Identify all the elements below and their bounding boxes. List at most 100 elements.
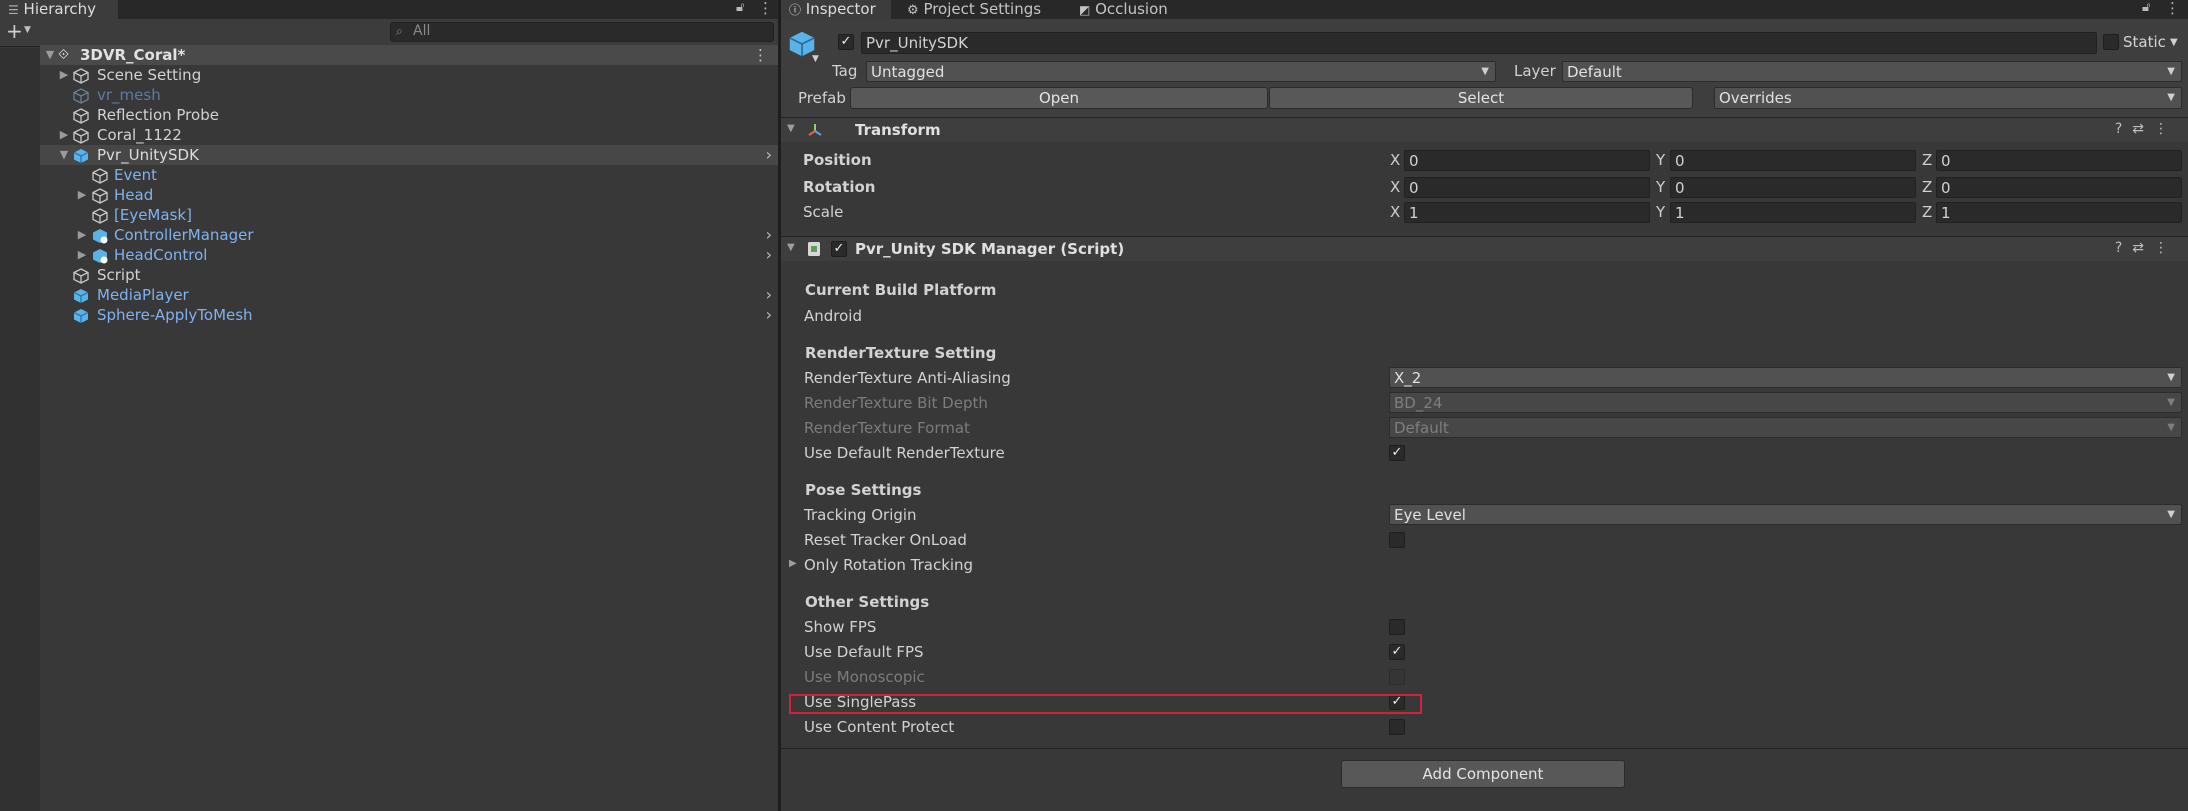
show-fps-checkbox[interactable] [1389,619,1405,635]
list-item-label: Sphere-ApplyToMesh [97,306,253,324]
fold-down-icon[interactable]: ▼ [44,45,56,65]
z-label[interactable]: Z [1922,203,1932,221]
fold-down-icon[interactable]: ▼ [787,242,795,253]
active-toggle[interactable]: ✓ [838,34,854,50]
rt-anti-aliasing-dropdown[interactable]: X_2 ▼ [1389,367,2182,388]
y-label[interactable]: Y [1656,151,1665,169]
chevron-right-icon[interactable]: › [766,145,772,165]
list-item[interactable]: ▶ Scene Setting [40,65,778,85]
list-item[interactable]: MediaPlayer › [40,285,778,305]
chevron-right-icon[interactable]: › [766,225,772,245]
only-rotation-tracking-foldout[interactable]: Only Rotation Tracking [804,556,973,574]
z-label[interactable]: Z [1922,151,1932,169]
scale-x-field[interactable]: 1 [1404,202,1650,223]
reset-tracker-checkbox[interactable] [1389,532,1405,548]
z-label[interactable]: Z [1922,178,1932,196]
preset-icon[interactable]: ⇄ [2132,240,2154,256]
rotation-y-field[interactable]: 0 [1670,177,1916,198]
preset-icon[interactable]: ⇄ [2132,121,2154,137]
use-default-rt-checkbox[interactable]: ✓ [1389,445,1405,461]
fold-right-icon[interactable]: ▶ [76,225,88,245]
use-default-fps-checkbox[interactable]: ✓ [1389,644,1405,660]
object-name-field[interactable]: Pvr_UnitySDK [861,32,2097,54]
chevron-down-icon: ▼ [2167,92,2175,103]
help-icon[interactable]: ? [2115,240,2132,256]
lock-icon[interactable]: 🔓︎ [736,0,744,15]
list-item[interactable]: ▶ HeadControl › [40,245,778,265]
list-item-selected[interactable]: ▼ Pvr_UnitySDK › [40,145,778,165]
more-icon[interactable]: ⋮ [2165,0,2180,17]
list-item[interactable]: vr_mesh [40,85,778,105]
add-button[interactable]: + [6,19,23,43]
prefab-open-button[interactable]: Open [850,87,1268,109]
add-component-button[interactable]: Add Component [1341,760,1625,788]
list-item[interactable]: [EyeMask] [40,205,778,225]
fold-right-icon[interactable]: ▶ [76,185,88,205]
tab-occlusion[interactable]: ◩ Occlusion [1071,0,1181,19]
script-enabled-toggle[interactable]: ✓ [831,241,847,257]
x-label[interactable]: X [1390,151,1400,169]
position-label: Position [803,151,872,169]
component-menu-icons[interactable]: ?⇄⋮ [2115,240,2178,256]
more-icon[interactable]: ⋮ [2154,240,2178,256]
list-item-label: Reflection Probe [97,106,219,124]
y-label[interactable]: Y [1656,178,1665,196]
tab-inspector[interactable]: ⓘ Inspector [781,0,891,19]
prefab-overrides-dropdown[interactable]: Overrides ▼ [1714,87,2182,109]
list-item[interactable]: ▶ Head [40,185,778,205]
transform-header[interactable]: ▼ Transform ?⇄⋮ [781,117,2188,142]
tab-hierarchy[interactable]: ☰ Hierarchy [0,0,118,19]
gear-icon: ⚙ [907,3,919,18]
chevron-down-icon[interactable]: ▼ [812,54,819,64]
rt-bit-depth-dropdown: BD_24 ▼ [1389,392,2182,413]
position-x-field[interactable]: 0 [1404,150,1650,171]
scene-row[interactable]: ▼ ⟐ 3DVR_Coral* ⋮ [40,45,778,65]
tab-project-settings[interactable]: ⚙ Project Settings [899,0,1071,19]
layer-dropdown[interactable]: Default ▼ [1562,61,2182,82]
static-toggle[interactable] [2103,34,2119,50]
list-item[interactable]: Sphere-ApplyToMesh › [40,305,778,325]
fold-right-icon[interactable]: ▶ [789,558,797,569]
list-item[interactable]: Event [40,165,778,185]
chevron-down-icon[interactable]: ▼ [24,25,31,35]
more-icon[interactable]: ⋮ [758,0,773,17]
list-item[interactable]: Script [40,265,778,285]
help-icon[interactable]: ? [2115,121,2132,137]
other-settings-heading: Other Settings [805,593,930,611]
rotation-z-field[interactable]: 0 [1936,177,2182,198]
list-icon: ☰ [8,3,19,17]
tag-dropdown[interactable]: Untagged ▼ [866,61,1496,82]
fold-right-icon[interactable]: ▶ [58,125,70,145]
script-header[interactable]: ▼ ✓ Pvr_Unity SDK Manager (Script) ?⇄⋮ [781,236,2188,261]
prefab-select-button[interactable]: Select [1269,87,1693,109]
use-content-protect-checkbox[interactable] [1389,719,1405,735]
position-y-field[interactable]: 0 [1670,150,1916,171]
fold-down-icon[interactable]: ▼ [787,123,795,134]
list-item[interactable]: ▶ ControllerManager › [40,225,778,245]
component-menu-icons[interactable]: ?⇄⋮ [2115,121,2178,137]
search-input[interactable]: ⌕ All [390,22,774,42]
scale-z-field[interactable]: 1 [1936,202,2182,223]
prefab-variant-icon [93,249,108,264]
list-item[interactable]: Reflection Probe [40,105,778,125]
position-z-field[interactable]: 0 [1936,150,2182,171]
x-label[interactable]: X [1390,178,1400,196]
fold-right-icon[interactable]: ▶ [58,65,70,85]
chevron-down-icon[interactable]: ▼ [2170,37,2178,48]
lock-icon[interactable]: 🔓︎ [2142,0,2150,15]
chevron-right-icon[interactable]: › [766,285,772,305]
more-icon[interactable]: ⋮ [753,45,768,65]
tracking-origin-dropdown[interactable]: Eye Level ▼ [1389,504,2182,525]
y-label[interactable]: Y [1656,203,1665,221]
chevron-right-icon[interactable]: › [766,245,772,265]
rotation-x-field[interactable]: 0 [1404,177,1650,198]
current-build-platform-heading: Current Build Platform [805,281,997,299]
x-label[interactable]: X [1390,203,1400,221]
fold-right-icon[interactable]: ▶ [76,245,88,265]
gameobject-icon [73,108,89,124]
more-icon[interactable]: ⋮ [2154,121,2178,137]
scale-y-field[interactable]: 1 [1670,202,1916,223]
chevron-right-icon[interactable]: › [766,305,772,325]
fold-down-icon[interactable]: ▼ [58,145,70,165]
list-item[interactable]: ▶ Coral_1122 [40,125,778,145]
